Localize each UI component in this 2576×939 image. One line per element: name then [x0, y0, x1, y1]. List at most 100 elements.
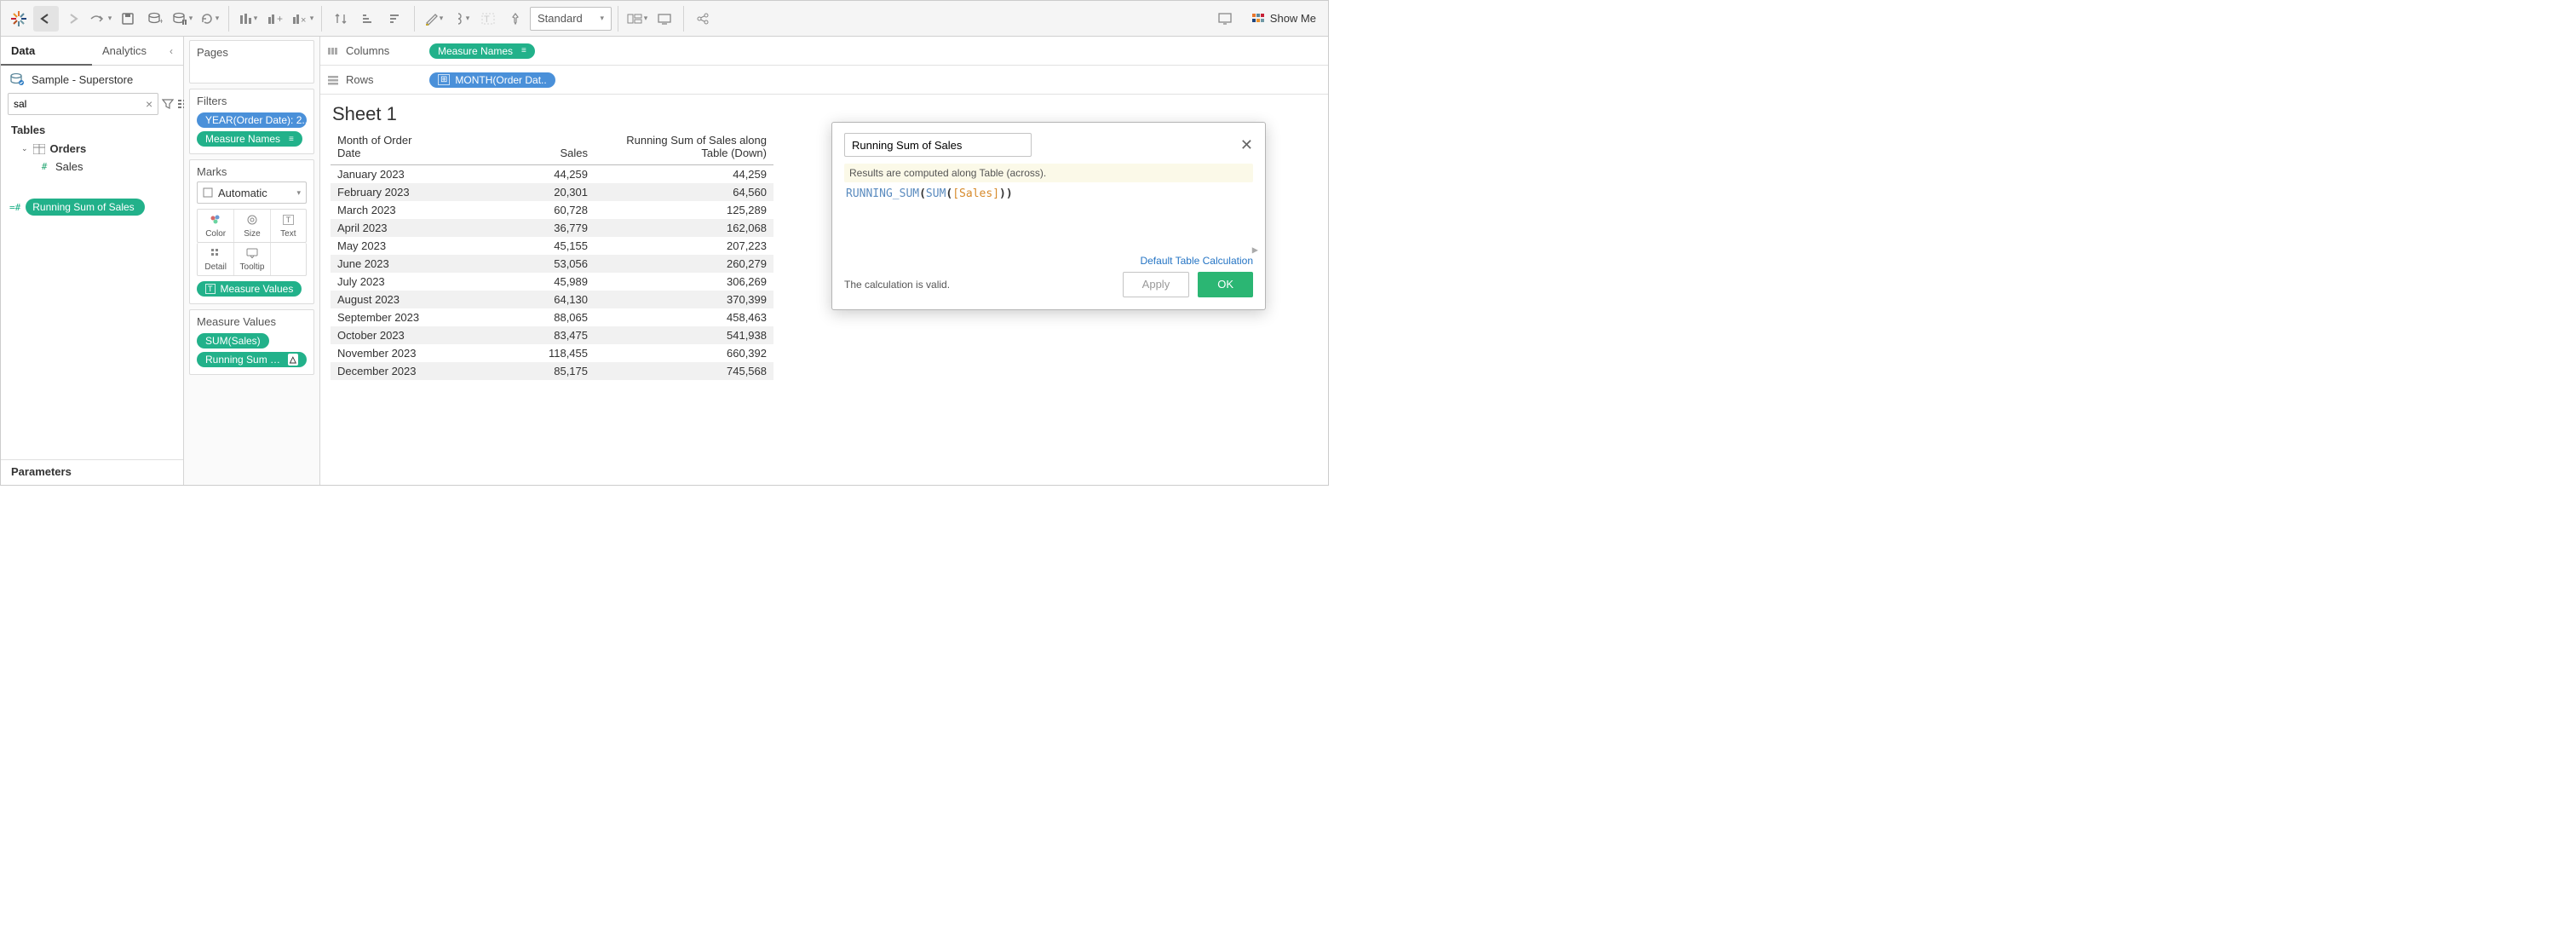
table-row[interactable]: April 202336,779162,068 [331, 219, 773, 237]
table-orders[interactable]: ⌄ Orders [6, 140, 178, 158]
data-guide-icon[interactable] [1212, 6, 1238, 32]
filter-pill-measure-names[interactable]: Measure Names≡ [197, 131, 302, 147]
tab-analytics[interactable]: Analytics‹ [92, 37, 183, 65]
fit-mode-select[interactable]: Standard▾ [530, 7, 612, 31]
default-table-calc-link[interactable]: Default Table Calculation [1140, 255, 1253, 267]
expand-editor-icon[interactable]: ▶ [1252, 242, 1258, 257]
table-row[interactable]: March 202360,728125,289 [331, 201, 773, 219]
save-icon[interactable] [115, 6, 141, 32]
field-running-sum[interactable]: =# Running Sum of Sales [6, 196, 178, 218]
calc-name-input[interactable] [844, 133, 1032, 157]
pause-data-icon[interactable]: ▾ [170, 6, 195, 32]
running-sum-label: Running Sum of Sales [32, 201, 134, 213]
mark-size[interactable]: Size [233, 210, 269, 242]
calc-formula-editor[interactable]: RUNNING_SUM(SUM([Sales])) ▶ [844, 182, 1253, 254]
duplicate-sheet-icon[interactable]: + [262, 6, 288, 32]
table-row[interactable]: July 202345,989306,269 [331, 273, 773, 291]
table-row[interactable]: May 202345,155207,223 [331, 237, 773, 255]
table-row[interactable]: August 202364,130370,399 [331, 291, 773, 308]
parameters-header: Parameters [1, 459, 183, 485]
table-row[interactable]: June 202353,056260,279 [331, 255, 773, 273]
table-row[interactable]: September 202388,065458,463 [331, 308, 773, 326]
columns-shelf[interactable]: Columns Measure Names≡ [320, 37, 1328, 66]
table-row[interactable]: January 202344,25944,259 [331, 165, 773, 184]
rows-pill[interactable]: ⊞MONTH(Order Dat.. [429, 72, 555, 88]
cell-sales: 83,475 [484, 326, 595, 344]
group-icon[interactable]: ▾ [448, 6, 474, 32]
show-labels-icon[interactable]: T [475, 6, 501, 32]
cell-sales: 53,056 [484, 255, 595, 273]
field-sales[interactable]: # Sales [6, 158, 178, 176]
sort-desc-icon[interactable] [382, 6, 408, 32]
back-button[interactable] [33, 6, 59, 32]
mark-color[interactable]: Color [198, 210, 233, 242]
filters-shelf[interactable]: Filters YEAR(Order Date): 2.. Measure Na… [189, 89, 314, 154]
marks-card: Marks Automatic ▾ Color Size TText Detai… [189, 159, 314, 304]
ok-button[interactable]: OK [1198, 272, 1253, 297]
shelves-column: Pages Filters YEAR(Order Date): 2.. Meas… [184, 37, 320, 485]
pin-icon[interactable] [503, 6, 528, 32]
mark-tooltip[interactable]: Tooltip [233, 243, 269, 275]
cell-running: 207,223 [595, 237, 773, 255]
swap-icon[interactable] [328, 6, 354, 32]
sort-asc-icon[interactable] [355, 6, 381, 32]
cell-sales: 60,728 [484, 201, 595, 219]
automatic-icon [203, 187, 213, 198]
tab-data[interactable]: Data [1, 37, 92, 65]
app-root: ▾ + ▾ ▾ ▾ + ×▾ ▾ ▾ T Standard▾ ▾ Show Me [0, 0, 1329, 486]
clear-sheet-icon[interactable]: ×▾ [290, 6, 315, 32]
cell-running: 745,568 [595, 362, 773, 380]
measure-values-shelf[interactable]: Measure Values SUM(Sales) Running Sum of… [189, 309, 314, 375]
cell-month: May 2023 [331, 237, 484, 255]
col-sales[interactable]: Sales [484, 130, 595, 165]
marks-measure-values-pill[interactable]: T Measure Values [197, 281, 302, 297]
sales-label: Sales [55, 160, 83, 173]
pill-menu-icon[interactable]: ≡ [289, 135, 294, 144]
table-row[interactable]: December 202385,175745,568 [331, 362, 773, 380]
columns-pill[interactable]: Measure Names≡ [429, 43, 535, 59]
apply-button[interactable]: Apply [1123, 272, 1190, 297]
share-icon[interactable] [690, 6, 716, 32]
pages-shelf[interactable]: Pages [189, 40, 314, 84]
cell-running: 660,392 [595, 344, 773, 362]
table-row[interactable]: October 202383,475541,938 [331, 326, 773, 344]
pill-menu-icon[interactable]: ≡ [521, 46, 526, 55]
filter-fields-icon[interactable] [162, 95, 174, 113]
marks-header: Marks [197, 165, 307, 178]
new-datasource-icon[interactable]: + [142, 6, 168, 32]
columns-icon [327, 46, 339, 56]
close-dialog-icon[interactable]: ✕ [1240, 136, 1253, 154]
tableau-logo-icon[interactable] [6, 6, 32, 32]
col-month[interactable]: Month of Order Date [331, 130, 484, 165]
datasource-row[interactable]: Sample - Superstore [1, 66, 183, 89]
marks-type-select[interactable]: Automatic ▾ [197, 181, 307, 204]
mv-pill-sum-sales[interactable]: SUM(Sales) [197, 333, 269, 349]
cell-month: June 2023 [331, 255, 484, 273]
search-text[interactable] [14, 98, 146, 110]
mv-pill-running-sum[interactable]: Running Sum of S..△ [197, 352, 307, 367]
highlight-icon[interactable]: ▾ [421, 6, 446, 32]
filter-pill-year[interactable]: YEAR(Order Date): 2.. [197, 112, 307, 128]
show-cards-icon[interactable]: ▾ [624, 6, 650, 32]
calculation-editor-dialog: ✕ Results are computed along Table (acro… [831, 122, 1266, 310]
cell-sales: 85,175 [484, 362, 595, 380]
table-calc-icon: △ [288, 354, 298, 366]
presentation-icon[interactable] [652, 6, 677, 32]
collapse-sidebar-icon[interactable]: ‹ [170, 45, 173, 57]
mark-text[interactable]: TText [270, 210, 306, 242]
show-me-button[interactable]: Show Me [1245, 9, 1323, 28]
field-search-input[interactable]: × [8, 93, 158, 115]
rows-shelf[interactable]: Rows ⊞MONTH(Order Dat.. [320, 66, 1328, 95]
undo-redo-split[interactable]: ▾ [88, 6, 113, 32]
mark-detail[interactable]: Detail [198, 243, 233, 275]
forward-button[interactable] [60, 6, 86, 32]
datasource-icon [9, 72, 25, 86]
table-row[interactable]: February 202320,30164,560 [331, 183, 773, 201]
table-row[interactable]: November 2023118,455660,392 [331, 344, 773, 362]
measure-values-header: Measure Values [197, 315, 307, 328]
clear-search-icon[interactable]: × [146, 97, 152, 111]
refresh-icon[interactable]: ▾ [197, 6, 222, 32]
new-worksheet-icon[interactable]: ▾ [235, 6, 261, 32]
expand-icon[interactable]: ⌄ [21, 144, 28, 153]
col-running[interactable]: Running Sum of Sales along Table (Down) [595, 130, 773, 165]
